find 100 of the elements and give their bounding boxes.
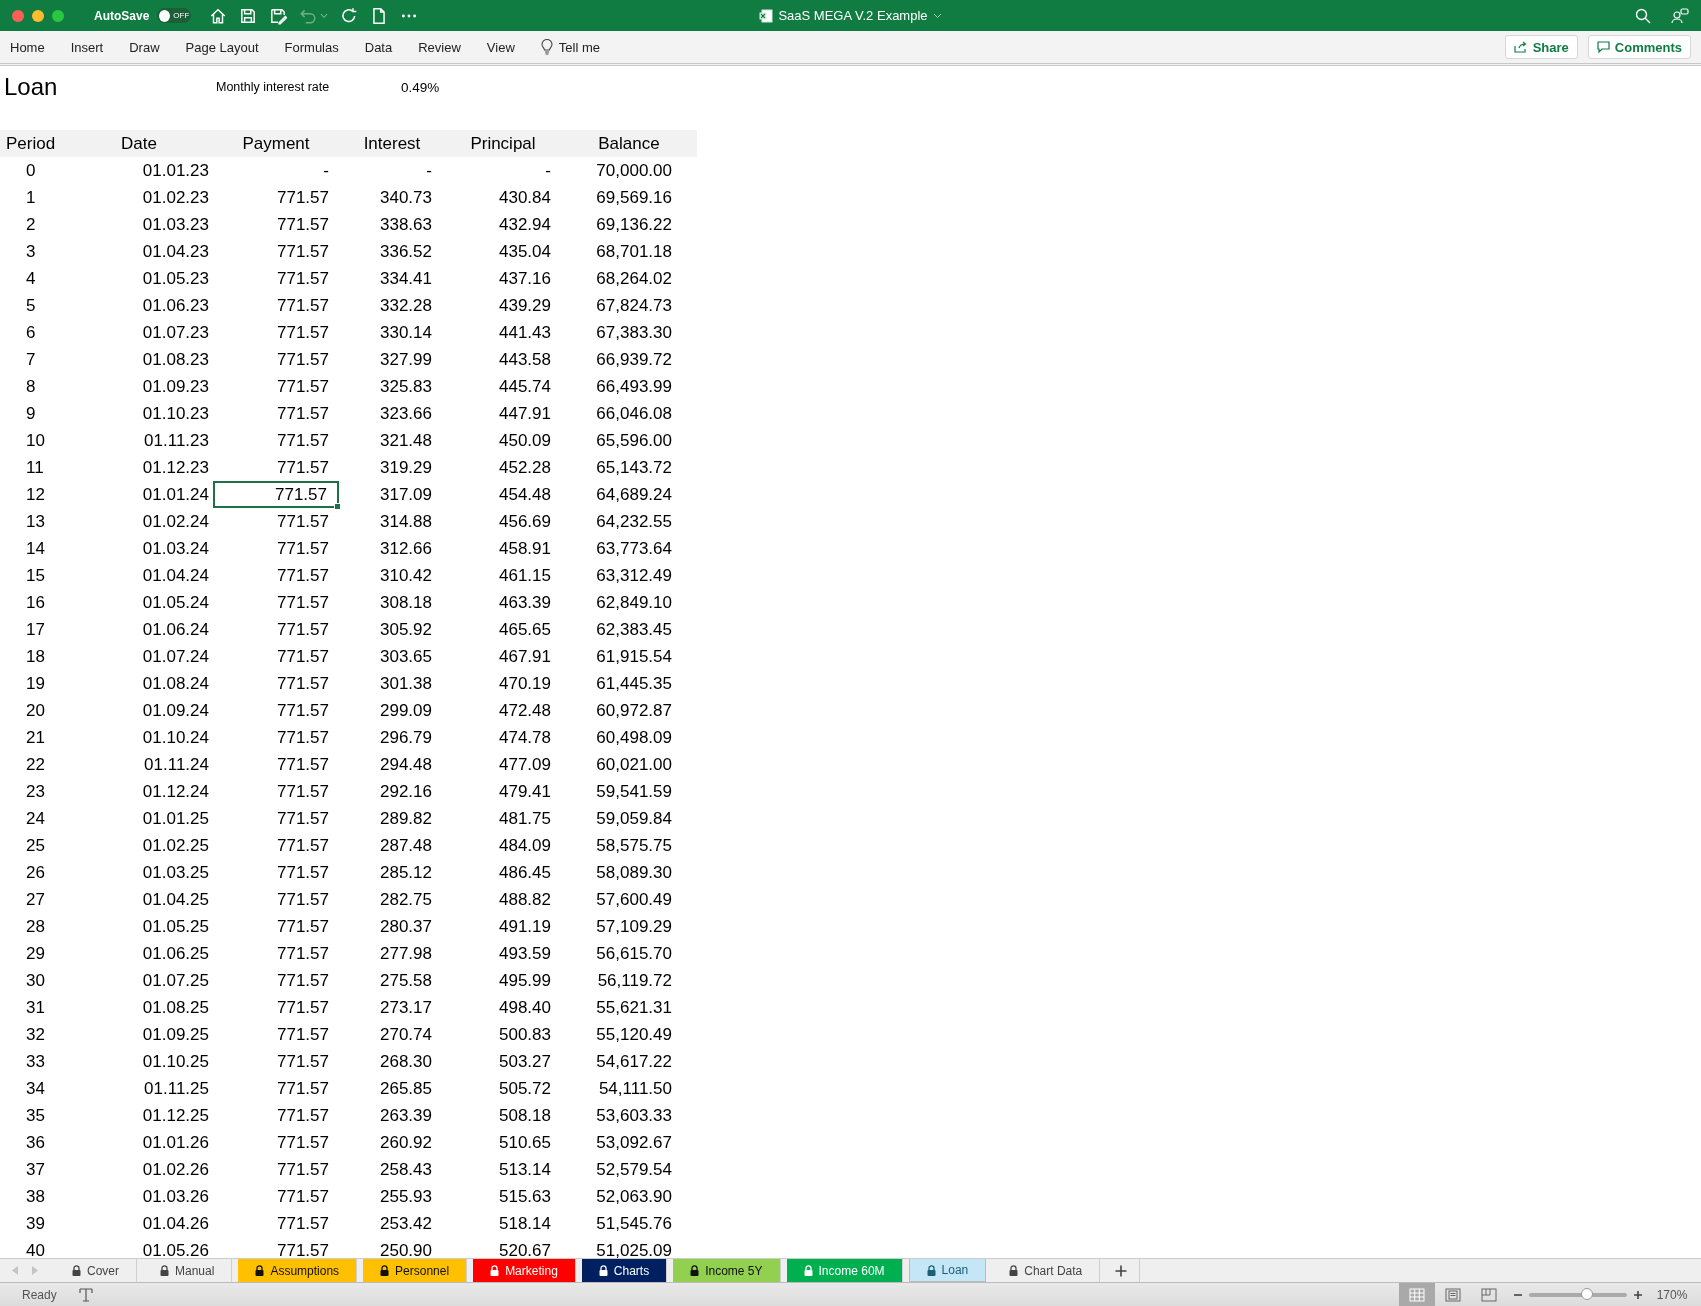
table-cell-text: 495.99 [498,969,552,992]
close-button[interactable] [12,9,24,22]
table-cell-text: 55,621.31 [595,996,673,1019]
table-cell-text: 336.52 [379,240,433,263]
table-cell-text: 771.57 [276,537,330,560]
ribbon-tab[interactable]: Review [418,39,461,55]
sheet-tab[interactable]: Loan [908,1259,987,1282]
sheet-tab[interactable]: Assumptions [238,1259,358,1282]
table-cell-text: 771.57 [276,942,330,965]
table-cell-text: 301.38 [379,672,433,695]
sheet-tab[interactable]: Charts [581,1259,668,1282]
table-cell-text: 12 [25,483,46,506]
comments-button[interactable]: Comments [1587,35,1691,59]
table-cell-text: 65,596.00 [595,429,673,452]
table-cell-text: 456.69 [498,510,552,533]
table-cell-text: 01.05.25 [141,915,210,938]
column-header: Period [5,132,57,155]
zoom-button[interactable] [52,9,64,22]
table-cell-text: 60,021.00 [595,753,673,776]
table-cell-text: 01.01.24 [141,483,210,506]
people-icon[interactable] [1671,7,1689,24]
table-cell-text: 325.83 [379,375,433,398]
add-sheet-icon[interactable] [1115,1264,1128,1277]
save-pencil-icon[interactable] [269,6,288,25]
minimize-button[interactable] [32,9,44,22]
table-cell-text: 01.04.25 [141,888,210,911]
page-break-icon [1481,1287,1497,1302]
table-cell-text: 11 [25,456,45,479]
table-cell-text: 435.04 [498,240,552,263]
speech-bubble-icon [1596,41,1610,53]
table-cell-text: 275.58 [379,969,433,992]
table-cell-text: 01.08.23 [141,348,210,371]
table-cell-text: 32 [25,1023,46,1046]
table-cell-text: 277.98 [379,942,433,965]
table-cell-text: 64,232.55 [595,510,673,533]
table-cell-text: 771.57 [276,753,330,776]
ribbon-tab[interactable]: Formulas [284,39,339,55]
table-cell-text: 25 [25,834,46,857]
table-cell-text: 771.57 [276,267,330,290]
sheet-tab[interactable]: Income 5Y [673,1259,781,1282]
refresh-icon[interactable] [340,6,359,25]
table-cell-text: 771.57 [276,213,330,236]
ribbon-tab[interactable]: Page Layout [185,39,259,55]
ribbon-tab[interactable]: Home [10,39,45,55]
table-cell-text: 01.10.25 [141,1050,210,1073]
save-icon[interactable] [239,6,258,25]
slider-thumb[interactable] [1580,1287,1593,1300]
caret-icon[interactable] [932,12,942,19]
ribbon-tab[interactable]: View [486,39,515,55]
sheet-tab[interactable]: Personnel [363,1259,468,1282]
table-cell-text: 24 [25,807,46,830]
tell-me-field[interactable]: Tell me [558,39,600,55]
autosave-toggle[interactable]: OFF [157,8,192,23]
ribbon-tab[interactable]: Insert [70,39,104,55]
table-cell-text: 327.99 [379,348,433,371]
table-cell-text: 771.57 [276,834,330,857]
column-header: Balance [597,132,661,155]
table-cell-text: 01.10.24 [141,726,210,749]
table-cell-text: 01.05.23 [141,267,210,290]
table-cell-text: 8 [25,375,37,398]
table-cell-text: 474.78 [498,726,552,749]
table-cell-text: 13 [25,510,46,533]
share-icon [1513,41,1528,53]
table-cell-text: 330.14 [379,321,433,344]
lock-icon [380,1265,390,1276]
table-cell-text: 01.04.26 [141,1212,210,1235]
table-cell-text: 01.09.25 [141,1023,210,1046]
table-cell-text: 520.67 [498,1239,552,1258]
table-cell-text: 01.02.23 [141,186,210,209]
table-cell-text: 16 [25,591,46,614]
table-cell-text: 55,120.49 [595,1023,673,1046]
macro-record-icon[interactable] [78,1287,93,1302]
table-cell-text: 289.82 [379,807,433,830]
table-cell-text: 771.57 [276,348,330,371]
table-cell-text: 1 [25,186,37,209]
lock-icon [255,1265,265,1276]
caret-icon[interactable] [320,12,329,19]
rate-label: Monthly interest rate [216,80,331,94]
table-cell-text: 771.57 [276,699,330,722]
table-cell-text: 296.79 [379,726,433,749]
table-cell-text: 771.57 [276,1239,330,1258]
ribbon-tab[interactable]: Draw [129,39,160,55]
table-cell-text: 67,383.30 [595,321,673,344]
table-cell-text: 338.63 [379,213,433,236]
table-cell-text: 280.37 [379,915,433,938]
table-cell-text: 57,109.29 [595,915,673,938]
zoom-in-icon[interactable] [1633,1289,1643,1300]
sheet-tab[interactable]: Marketing [473,1259,576,1282]
ribbon-tab[interactable]: Data [364,39,393,55]
table-cell-text: 23 [25,780,46,803]
normal-view-button[interactable] [1399,1283,1435,1306]
share-button[interactable]: Share [1504,35,1578,59]
home-icon[interactable] [209,6,228,25]
table-cell-text: 01.05.24 [141,591,210,614]
table-cell-text: 70,000.00 [595,159,673,182]
table-cell-text: 771.57 [276,429,330,452]
zoom-level[interactable]: 170% [1643,1287,1701,1302]
table-cell-text: 69,569.16 [595,186,673,209]
search-icon[interactable] [1635,7,1651,24]
table-cell-text: 340.73 [379,186,433,209]
